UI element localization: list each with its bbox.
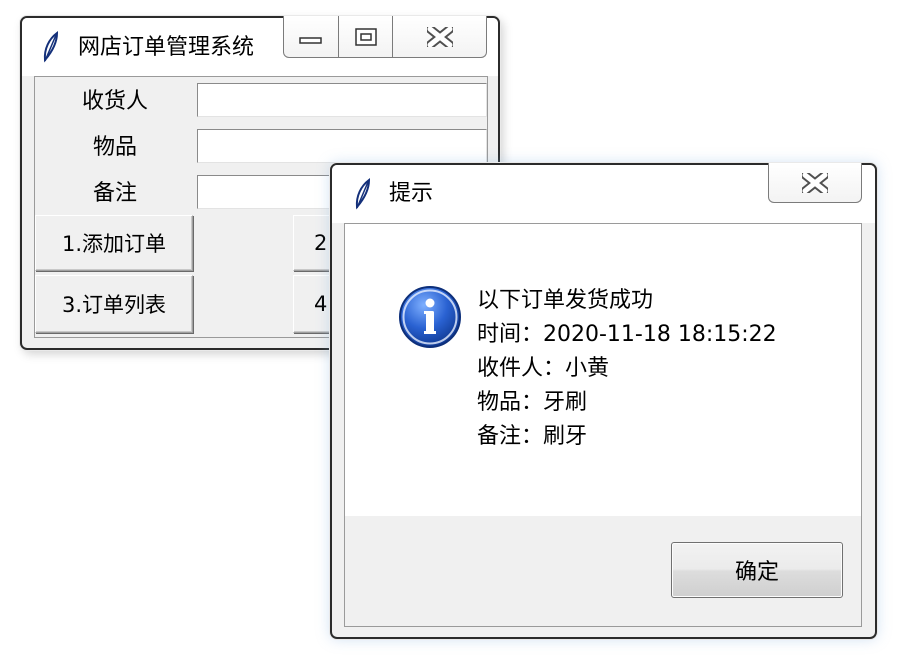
dialog-caption-buttons bbox=[768, 163, 862, 203]
feather-icon bbox=[43, 31, 59, 63]
feather-icon bbox=[355, 178, 371, 210]
minimize-button[interactable] bbox=[284, 16, 338, 57]
dialog-title: 提示 bbox=[389, 181, 434, 206]
button-2-label: 2 bbox=[314, 231, 328, 255]
close-button[interactable] bbox=[392, 16, 486, 57]
message-text: 以下订单发货成功 时间：2020-11-18 18:15:22 收件人：小黄 物… bbox=[477, 284, 777, 454]
message-line-3: 收件人：小黄 bbox=[477, 356, 610, 381]
dialog-client-area: 以下订单发货成功 时间：2020-11-18 18:15:22 收件人：小黄 物… bbox=[344, 223, 862, 627]
dialog-close-button[interactable] bbox=[769, 163, 861, 202]
item-input[interactable] bbox=[197, 129, 487, 163]
minimize-icon bbox=[299, 36, 322, 44]
receiver-label: 收货人 bbox=[81, 89, 148, 114]
note-label: 备注 bbox=[92, 181, 137, 206]
receiver-input[interactable] bbox=[197, 83, 487, 117]
message-line-2: 时间：2020-11-18 18:15:22 bbox=[477, 322, 777, 347]
ok-button[interactable]: 确定 bbox=[671, 542, 843, 598]
message-line-4: 物品：牙刷 bbox=[477, 390, 588, 415]
close-icon bbox=[802, 172, 828, 193]
maximize-icon bbox=[354, 27, 377, 46]
close-icon bbox=[426, 26, 453, 47]
button-4-label: 4 bbox=[314, 292, 328, 316]
message-line-5: 备注：刷牙 bbox=[477, 424, 588, 449]
item-label: 物品 bbox=[92, 135, 137, 160]
message-area: 以下订单发货成功 时间：2020-11-18 18:15:22 收件人：小黄 物… bbox=[345, 224, 861, 516]
main-window-title: 网店订单管理系统 bbox=[78, 35, 255, 60]
maximize-button[interactable] bbox=[338, 16, 392, 57]
message-line-1: 以下订单发货成功 bbox=[477, 288, 654, 313]
add-order-button[interactable]: 1.添加订单 bbox=[35, 215, 193, 271]
info-icon bbox=[399, 286, 461, 348]
order-list-button[interactable]: 3.订单列表 bbox=[35, 275, 193, 333]
main-caption-buttons bbox=[283, 16, 487, 58]
message-dialog: 提示 以下订单发货成功 时间：2020-11-18 18:15:22 收件人：小… bbox=[330, 163, 877, 639]
